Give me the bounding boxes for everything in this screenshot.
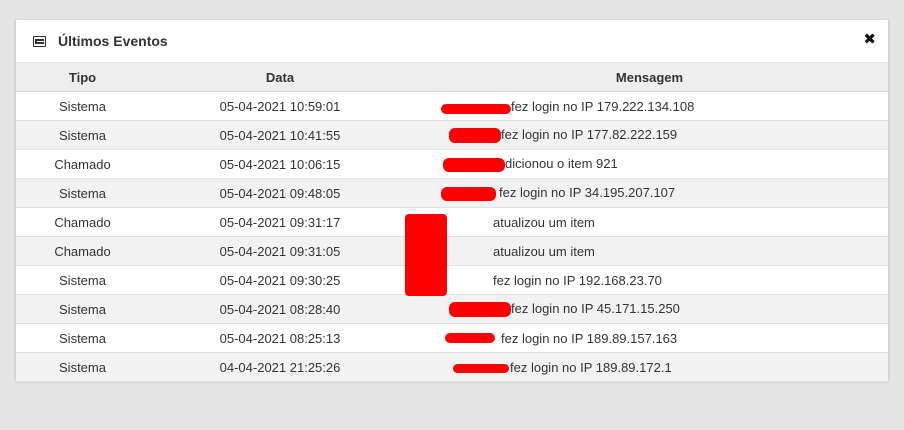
- message-text: atualizou um item: [493, 214, 595, 230]
- redaction-mark: [405, 214, 447, 296]
- close-icon[interactable]: ✖: [863, 30, 876, 50]
- cell-tipo: Sistema: [16, 265, 149, 295]
- cell-mensagem: fez login no IP 192.168.23.70: [411, 265, 888, 295]
- message-text: fez login no IP 45.171.15.250: [511, 300, 680, 316]
- table-header-row: Tipo Data Mensagem: [16, 63, 888, 92]
- cell-data: 05-04-2021 08:28:40: [149, 294, 411, 324]
- table-row: Sistema 05-04-2021 09:48:05 fez login no…: [16, 178, 888, 208]
- message-text: dicionou o item 921: [505, 156, 618, 172]
- list-icon: [33, 36, 46, 47]
- message-text: fez login no IP 192.168.23.70: [493, 272, 662, 288]
- table-row: Sistema 04-04-2021 21:25:26 fez login no…: [16, 352, 888, 382]
- cell-mensagem: atualizou um item: [411, 207, 888, 237]
- cell-data: 05-04-2021 09:48:05: [149, 178, 411, 208]
- cell-tipo: Sistema: [16, 91, 149, 121]
- cell-mensagem: fez login no IP 177.82.222.159: [411, 120, 888, 150]
- column-header-tipo[interactable]: Tipo: [16, 63, 149, 92]
- cell-data: 05-04-2021 10:06:15: [149, 149, 411, 179]
- cell-mensagem: fez login no IP 179.222.134.108: [411, 91, 888, 121]
- cell-tipo: Sistema: [16, 352, 149, 382]
- table-row: Sistema 05-04-2021 10:41:55 fez login no…: [16, 120, 888, 150]
- table-row: Sistema 05-04-2021 08:25:13 fez login no…: [16, 323, 888, 353]
- cell-mensagem: fez login no IP 189.89.157.163: [411, 323, 888, 353]
- table-row: Chamado 05-04-2021 09:31:17 atualizou um…: [16, 207, 888, 237]
- cell-data: 05-04-2021 09:31:17: [149, 207, 411, 237]
- redaction-mark: [453, 363, 509, 373]
- cell-data: 05-04-2021 09:30:25: [149, 265, 411, 295]
- cell-tipo: Chamado: [16, 236, 149, 266]
- cell-data: 05-04-2021 08:25:13: [149, 323, 411, 353]
- table-row: Chamado 05-04-2021 10:06:15 dicionou o i…: [16, 149, 888, 179]
- cell-mensagem: fez login no IP 189.89.172.1: [411, 352, 888, 382]
- redaction-mark: [443, 157, 505, 172]
- cell-tipo: Sistema: [16, 120, 149, 150]
- cell-tipo: Sistema: [16, 294, 149, 324]
- table-row: Sistema 05-04-2021 09:30:25 fez login no…: [16, 265, 888, 295]
- message-text: atualizou um item: [493, 243, 595, 259]
- message-text: fez login no IP 34.195.207.107: [499, 185, 676, 201]
- cell-tipo: Chamado: [16, 149, 149, 179]
- message-text: fez login no IP 189.89.172.1: [510, 359, 672, 375]
- cell-data: 05-04-2021 10:59:01: [149, 91, 411, 121]
- redaction-mark: [449, 302, 511, 318]
- events-panel: Últimos Eventos ✖ Tipo Data Mensagem Sis…: [16, 20, 888, 382]
- cell-mensagem: dicionou o item 921: [411, 149, 888, 179]
- message-text: fez login no IP 177.82.222.159: [501, 126, 678, 142]
- cell-tipo: Sistema: [16, 323, 149, 353]
- redaction-mark: [449, 128, 501, 144]
- cell-mensagem: fez login no IP 45.171.15.250: [411, 294, 888, 324]
- cell-mensagem: fez login no IP 34.195.207.107: [411, 178, 888, 208]
- cell-data: 05-04-2021 09:31:05: [149, 236, 411, 266]
- redaction-mark: [441, 103, 511, 114]
- redaction-mark: [441, 186, 496, 201]
- cell-data: 05-04-2021 10:41:55: [149, 120, 411, 150]
- cell-data: 04-04-2021 21:25:26: [149, 352, 411, 382]
- cell-tipo: Sistema: [16, 178, 149, 208]
- message-text: fez login no IP 189.89.157.163: [501, 330, 678, 346]
- cell-tipo: Chamado: [16, 207, 149, 237]
- column-header-mensagem[interactable]: Mensagem: [411, 63, 888, 92]
- table-row: Chamado 05-04-2021 09:31:05 atualizou um…: [16, 236, 888, 266]
- table-row: Sistema 05-04-2021 08:28:40 fez login no…: [16, 294, 888, 324]
- message-text: fez login no IP 179.222.134.108: [511, 98, 695, 114]
- column-header-data[interactable]: Data: [149, 63, 411, 92]
- table-row: Sistema 05-04-2021 10:59:01 fez login no…: [16, 91, 888, 121]
- panel-header: Últimos Eventos ✖: [16, 20, 888, 63]
- redaction-mark: [445, 332, 495, 343]
- events-table: Tipo Data Mensagem Sistema 05-04-2021 10…: [16, 63, 888, 382]
- panel-title: Últimos Eventos: [58, 33, 168, 49]
- cell-mensagem: atualizou um item: [411, 236, 888, 266]
